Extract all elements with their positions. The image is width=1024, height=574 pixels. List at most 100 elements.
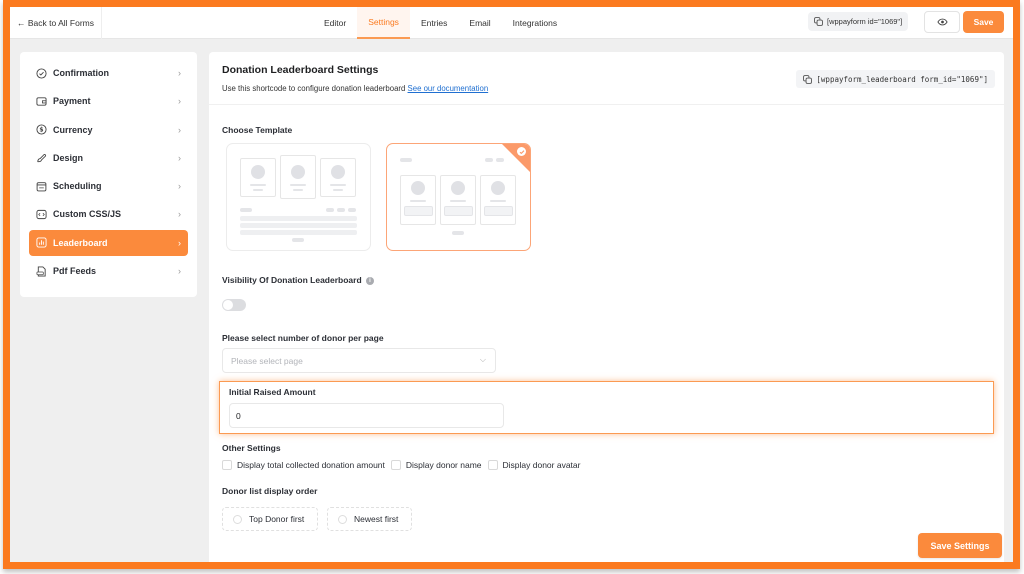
placeholder-line (333, 189, 343, 191)
placeholder-line (253, 189, 263, 191)
radio-newest-first[interactable]: Newest first (327, 507, 412, 531)
copy-icon (814, 17, 823, 26)
chevron-down-icon: ⌵ (479, 355, 486, 364)
placeholder-bar (496, 158, 504, 162)
tab-settings[interactable]: Settings (357, 7, 410, 39)
placeholder-button (484, 206, 513, 216)
sidebar-item-confirmation[interactable]: Confirmation › (29, 60, 188, 86)
radio-circle[interactable] (338, 514, 347, 524)
form-shortcode-copy[interactable]: [wppayform id="1069"] (808, 12, 909, 31)
sidebar-item-pdf-feeds[interactable]: Pdf Feeds › (29, 258, 188, 284)
pdf-icon (36, 266, 47, 277)
chevron-right-icon: › (178, 266, 181, 277)
placeholder-bar (348, 208, 356, 212)
radio-circle[interactable] (233, 514, 242, 524)
tab-editor[interactable]: Editor (313, 7, 357, 39)
sidebar-item-payment[interactable]: Payment › (29, 88, 188, 114)
sidebar-item-label: Leaderboard (53, 237, 108, 248)
placeholder-button (444, 206, 473, 216)
calendar-icon (36, 181, 47, 192)
preview-button[interactable] (924, 11, 960, 33)
placeholder-line (290, 184, 306, 186)
panel-header: Donation Leaderboard Settings Use this s… (209, 52, 1004, 105)
check-icon (517, 147, 526, 156)
placeholder-bar (337, 208, 345, 212)
documentation-link[interactable]: See our documentation (408, 84, 489, 93)
sidebar-item-currency[interactable]: $ Currency › (29, 117, 188, 143)
settings-panel: Donation Leaderboard Settings Use this s… (209, 52, 1004, 562)
avatar-placeholder (411, 181, 425, 195)
chevron-right-icon: › (178, 124, 181, 135)
template-card (320, 158, 356, 197)
initial-raised-amount-section: Initial Raised Amount 0 (219, 381, 994, 434)
placeholder-line (330, 184, 346, 186)
settings-sidebar: Confirmation › Payment › $ Currency › De… (20, 52, 197, 297)
avatar-placeholder (331, 165, 345, 179)
back-to-forms-link[interactable]: ← Back to All Forms (10, 7, 102, 39)
save-button[interactable]: Save (963, 11, 1004, 33)
sidebar-item-label: Custom CSS/JS (53, 209, 122, 220)
sidebar-item-leaderboard[interactable]: Leaderboard › (29, 229, 188, 256)
tab-email[interactable]: Email (458, 7, 501, 39)
checkbox-label: Display total collected donation amount (237, 460, 385, 470)
display-total-checkbox[interactable]: Display total collected donation amount (222, 460, 385, 470)
avatar-placeholder (251, 165, 265, 179)
info-icon: i (366, 276, 375, 285)
template-option-2[interactable] (386, 143, 531, 251)
placeholder-bar (240, 208, 252, 212)
avatar-placeholder (291, 165, 305, 179)
placeholder-bar (485, 158, 493, 162)
subtitle-text: Use this shortcode to configure donation… (222, 84, 406, 93)
placeholder-bar (292, 238, 304, 242)
brush-icon (36, 152, 47, 163)
selected-corner (501, 144, 530, 173)
svg-text:$: $ (39, 127, 43, 134)
placeholder-button (404, 206, 433, 216)
copy-icon (803, 74, 813, 84)
placeholder-line (450, 200, 466, 202)
template-option-1[interactable] (226, 143, 371, 251)
leaderboard-shortcode-copy[interactable]: [wppayform_leaderboard form_id="1069"] (796, 70, 995, 88)
template-card (400, 175, 436, 225)
display-avatar-checkbox[interactable]: Display donor avatar (487, 460, 581, 470)
sidebar-item-label: Currency (53, 124, 93, 135)
placeholder-line (490, 200, 506, 202)
save-settings-button[interactable]: Save Settings (918, 533, 1002, 558)
template-card (480, 175, 516, 225)
toggle-knob (223, 300, 233, 310)
per-page-placeholder: Please select page (231, 355, 303, 366)
top-bar: ← Back to All Forms Editor Settings Entr… (10, 7, 1013, 39)
avatar-placeholder (451, 181, 465, 195)
sidebar-item-scheduling[interactable]: Scheduling › (29, 173, 188, 199)
checkbox-label: Display donor avatar (502, 460, 581, 470)
tab-integrations[interactable]: Integrations (502, 7, 568, 39)
template-card (240, 158, 276, 197)
checkbox-box[interactable] (487, 460, 498, 470)
sidebar-item-design[interactable]: Design › (29, 145, 188, 171)
sidebar-item-label: Pdf Feeds (53, 266, 97, 277)
checkbox-box[interactable] (390, 460, 401, 470)
avatar-placeholder (491, 181, 505, 195)
display-name-checkbox[interactable]: Display donor name (390, 460, 482, 470)
order-radio-group: Top Donor first Newest first (222, 507, 412, 531)
chevron-right-icon: › (178, 181, 181, 192)
chevron-right-icon: › (178, 237, 181, 248)
visibility-toggle[interactable] (222, 299, 246, 311)
chart-icon (36, 237, 47, 248)
radio-label: Newest first (354, 514, 399, 524)
check-circle-icon (36, 67, 47, 79)
eye-icon (936, 18, 948, 26)
initial-amount-input[interactable]: 0 (229, 403, 504, 428)
form-shortcode-text: [wppayform id="1069"] (827, 17, 903, 26)
placeholder-bar (400, 158, 412, 162)
placeholder-line (293, 189, 303, 191)
per-page-select[interactable]: Please select page ⌵ (222, 348, 496, 373)
radio-top-donor-first[interactable]: Top Donor first (222, 507, 318, 531)
placeholder-row (240, 223, 357, 228)
visibility-label: Visibility Of Donation Leaderboard i (222, 275, 375, 285)
checkbox-box[interactable] (222, 460, 232, 470)
tab-entries[interactable]: Entries (410, 7, 458, 39)
chevron-right-icon: › (178, 152, 181, 163)
dollar-circle-icon: $ (36, 124, 47, 135)
sidebar-item-custom-css-js[interactable]: Custom CSS/JS › (29, 201, 188, 227)
